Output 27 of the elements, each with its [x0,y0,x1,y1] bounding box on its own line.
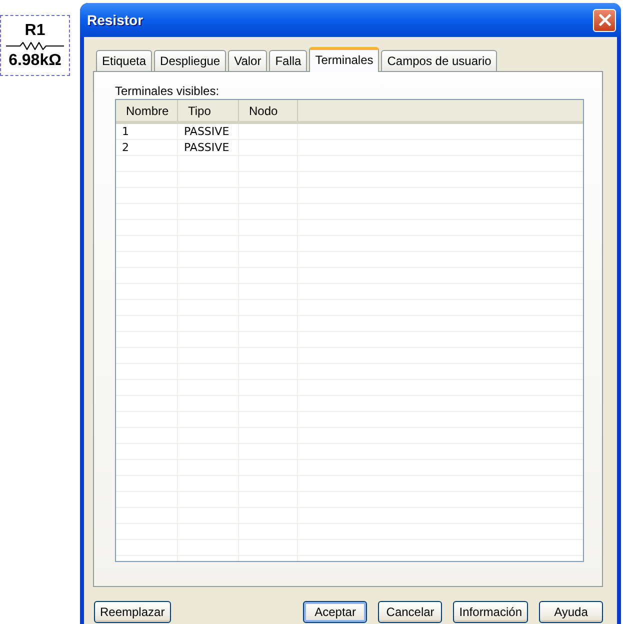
dialog-button[interactable]: Cancelar [378,601,442,623]
dialog-button[interactable]: Ayuda [539,601,603,623]
table-cell-text: PASSIVE [183,140,230,154]
dialog-button[interactable]: Reemplazar [94,601,171,623]
tab[interactable]: Etiqueta [96,50,152,71]
tab[interactable]: Valor [228,50,268,71]
terminals-list[interactable]: Nombre Tipo Nodo 1 PASSIVE 2 PASSIVE [115,99,584,562]
column-header[interactable]: Tipo [178,102,211,120]
tab[interactable]: Falla [269,50,308,71]
dialog-button[interactable]: Información [453,601,528,623]
window-title: Resistor [87,10,144,30]
tab[interactable]: Terminales [309,47,380,72]
component-value: 6.98kΩ [8,52,62,70]
close-icon [598,14,610,26]
list-label: Terminales visibles: [115,84,220,98]
resistor-icon [6,42,64,50]
component-selection-frame[interactable]: R1 6.98kΩ [0,15,70,76]
component-label: R1 [24,22,46,40]
tab[interactable]: Despliegue [154,50,226,71]
tab[interactable]: Campos de usuario [381,50,498,71]
table-cell-text: PASSIVE [183,124,230,138]
table-cell-text: 2 [121,140,129,154]
dialog-button[interactable]: Aceptar [303,601,368,623]
table-cell-text: 1 [121,124,129,138]
column-header[interactable]: Nodo [239,102,278,120]
close-button[interactable] [593,8,616,32]
column-header[interactable]: Nombre [116,102,169,120]
